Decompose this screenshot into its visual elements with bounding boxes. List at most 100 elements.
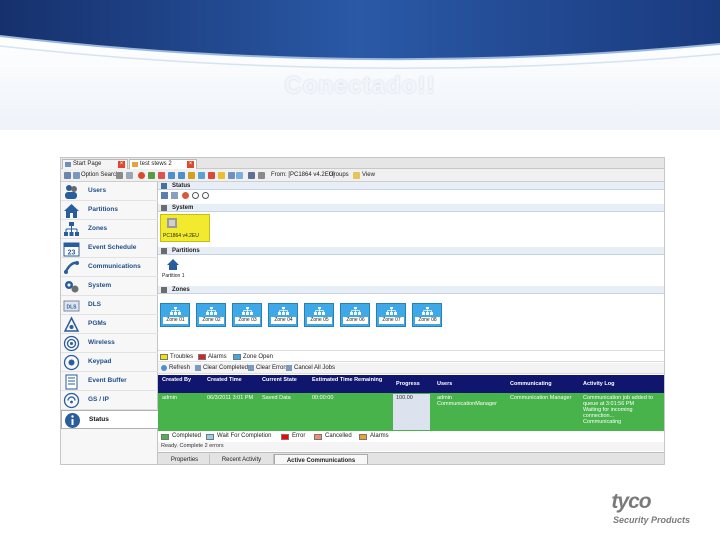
tab-test-stews[interactable]: test stews 2 × — [129, 159, 197, 169]
zone-tile[interactable]: Zone 02 — [196, 303, 226, 327]
column-header-users[interactable]: Users — [437, 381, 452, 387]
zone-tile[interactable]: Zone 03 — [232, 303, 262, 327]
clear-errors-icon[interactable] — [248, 365, 254, 371]
zone-icon — [422, 307, 433, 315]
system-panel-tile[interactable]: PC1864 v4.2EU — [160, 214, 210, 242]
search-icon[interactable] — [73, 172, 80, 179]
stop-icon[interactable] — [138, 172, 145, 179]
slide-title: Conectado!! — [284, 72, 436, 99]
disconnect-icon[interactable] — [158, 172, 165, 179]
error-label: Error — [292, 433, 306, 439]
option-search-button[interactable]: Option Search — [81, 172, 119, 179]
cell-created-by: admin — [162, 395, 177, 401]
alert-icon[interactable] — [208, 172, 215, 179]
sidebar-item-users[interactable]: Users — [61, 182, 158, 201]
sidebar-item-partitions[interactable]: Partitions — [61, 201, 158, 220]
column-header-remaining[interactable]: Estimated Time Remaining — [312, 377, 390, 383]
key-icon[interactable] — [218, 172, 225, 179]
column-header-activity-log[interactable]: Activity Log — [583, 381, 614, 387]
clear-completed-button[interactable]: Clear Completed — [203, 364, 248, 372]
tab-properties[interactable]: Properties — [160, 454, 210, 464]
sidebar-item-event-buffer[interactable]: Event Buffer — [61, 372, 158, 391]
zone-tile[interactable]: Zone 07 — [376, 303, 406, 327]
sidebar-item-gs-ip[interactable]: GS / IP — [61, 391, 158, 410]
clear-errors-button[interactable]: Clear Errors — [256, 364, 288, 372]
info-status-icon — [65, 413, 80, 428]
clear-completed-icon[interactable] — [195, 365, 201, 371]
tab-start-page[interactable]: Start Page × — [62, 159, 128, 169]
layout-icon[interactable] — [161, 192, 168, 199]
tab-recent-activity[interactable]: Recent Activity — [210, 454, 274, 464]
sidebar-item-pgms[interactable]: PGMs — [61, 315, 158, 334]
close-icon[interactable]: × — [187, 161, 194, 168]
collapse-icon[interactable] — [161, 205, 167, 211]
column-header-created-time[interactable]: Created Time — [207, 377, 257, 383]
zone-tile[interactable]: Zone 01 — [160, 303, 190, 327]
settings-icon[interactable] — [258, 172, 265, 179]
save-icon[interactable] — [64, 172, 71, 179]
download-icon[interactable] — [178, 172, 185, 179]
partitions-section-header[interactable]: Partitions — [158, 247, 664, 255]
system-header-label: System — [172, 205, 194, 211]
groups-dropdown[interactable]: Groups — [329, 172, 349, 179]
tools-icon[interactable] — [116, 172, 123, 179]
upload-icon[interactable] — [168, 172, 175, 179]
partitions-header-label: Partitions — [172, 248, 200, 254]
cancel-all-icon[interactable] — [286, 365, 292, 371]
compare-icon[interactable] — [188, 172, 195, 179]
zone-tile[interactable]: Zone 08 — [412, 303, 442, 327]
sidebar-item-communications[interactable]: Communications — [61, 258, 158, 277]
refresh-button[interactable]: Refresh — [169, 364, 190, 372]
zoom-in-icon[interactable] — [192, 192, 199, 199]
zones-section-header[interactable]: Zones — [158, 286, 664, 294]
sidebar-item-event-schedule[interactable]: 23 Event Schedule — [61, 239, 158, 258]
sidebar-item-dls[interactable]: DLS DLS — [61, 296, 158, 315]
cell-state: Saved Data — [262, 395, 291, 401]
info-icon[interactable] — [228, 172, 235, 179]
system-icon — [65, 281, 79, 293]
dls-icon: DLS — [63, 300, 80, 312]
zoom-out-icon[interactable] — [202, 192, 209, 199]
sync-icon[interactable] — [198, 172, 205, 179]
cell-users: admin CommunicationManager — [437, 395, 497, 407]
column-header-created-by[interactable]: Created By — [162, 377, 200, 383]
column-header-current-state[interactable]: Current State — [262, 377, 304, 383]
wait-swatch — [206, 434, 214, 440]
view-icon[interactable] — [171, 192, 178, 199]
cell-progress: 100.00 — [396, 395, 413, 401]
troubles-swatch — [160, 354, 168, 360]
refresh-status-icon[interactable] — [182, 192, 189, 199]
sidebar-nav: Users Partitions Zones 23 Event Schedule… — [61, 182, 158, 464]
tab-active-communications[interactable]: Active Communications — [274, 454, 368, 464]
table-row[interactable]: admin 06/3/2011 3:01 PM Saved Data 00:00… — [158, 393, 664, 431]
gs-ip-icon — [63, 392, 80, 409]
close-icon[interactable]: × — [118, 161, 125, 168]
sidebar-item-system[interactable]: System — [61, 277, 158, 296]
column-header-communicating[interactable]: Communicating — [510, 381, 552, 387]
collapse-icon[interactable] — [161, 248, 167, 254]
folder-icon[interactable] — [353, 172, 360, 179]
sidebar-item-status[interactable]: Status — [61, 410, 158, 429]
zone-tile[interactable]: Zone 04 — [268, 303, 298, 327]
refresh-icon[interactable] — [161, 365, 167, 371]
zone-tile[interactable]: Zone 06 — [340, 303, 370, 327]
troubles-label: Troubles — [170, 354, 194, 360]
from-dropdown[interactable]: From: [PC1864 v4.2EU] — [271, 172, 335, 179]
toolbar: Option Search From: [PC1864 v4.2EU] Grou… — [61, 169, 664, 182]
zone-icon — [386, 307, 397, 315]
column-header-progress[interactable]: Progress — [396, 381, 420, 387]
collapse-icon[interactable] — [161, 287, 167, 293]
cancel-all-button[interactable]: Cancel All Jobs — [294, 364, 335, 372]
connect-icon[interactable] — [148, 172, 155, 179]
view-dropdown[interactable]: View — [362, 172, 375, 179]
sidebar-item-zones[interactable]: Zones — [61, 220, 158, 239]
print-icon[interactable] — [248, 172, 255, 179]
dropdown-icon[interactable] — [126, 172, 133, 179]
sidebar-item-wireless[interactable]: Wireless — [61, 334, 158, 353]
partition-tile[interactable]: Partition 1 — [162, 257, 202, 283]
refresh-icon[interactable] — [236, 172, 243, 179]
system-section-header[interactable]: System — [158, 204, 664, 212]
zone-icon — [314, 307, 325, 315]
zone-tile[interactable]: Zone 05 — [304, 303, 334, 327]
sidebar-item-keypad[interactable]: Keypad — [61, 353, 158, 372]
